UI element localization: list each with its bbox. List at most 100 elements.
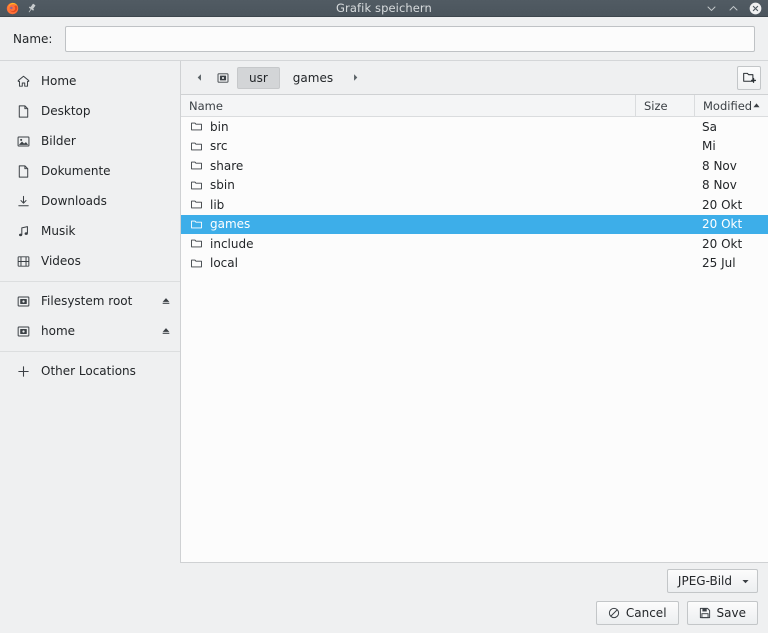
- film-icon: [15, 253, 31, 269]
- file-name-cell: sbin: [181, 178, 635, 192]
- file-list-rows: bin Sa src Mi share 8 Nov sbin 8 Nov lib…: [181, 117, 768, 562]
- folder-icon: [189, 237, 203, 251]
- file-name-label: include: [210, 236, 254, 251]
- file-browser-pane: usr games Name Size Modified bin Sa src …: [181, 61, 768, 563]
- file-list: Name Size Modified bin Sa src Mi share 8…: [181, 94, 768, 563]
- eject-icon[interactable]: [160, 296, 171, 307]
- sidebar-item-label: Filesystem root: [41, 294, 133, 308]
- name-row: Name:: [0, 17, 768, 60]
- sidebar-item-videos[interactable]: Videos: [0, 246, 180, 276]
- sidebar-divider: [0, 351, 180, 352]
- sidebar-item-bilder[interactable]: Bilder: [0, 126, 180, 156]
- plus-icon: [15, 363, 31, 379]
- window-title: Grafik speichern: [336, 1, 432, 15]
- column-header-modified[interactable]: Modified: [694, 95, 768, 116]
- eject-icon[interactable]: [160, 326, 171, 337]
- window-controls: [705, 2, 768, 15]
- sidebar-item-downloads[interactable]: Downloads: [0, 186, 180, 216]
- sidebar-item-desktop[interactable]: Desktop: [0, 96, 180, 126]
- breadcrumb-usr[interactable]: usr: [237, 66, 280, 89]
- path-bar: usr games: [181, 61, 768, 94]
- new-folder-button[interactable]: [737, 65, 761, 90]
- file-name-cell: src: [181, 139, 635, 153]
- folder-icon: [189, 198, 203, 212]
- file-name-label: share: [210, 158, 244, 173]
- dialog-action-buttons: Cancel Save: [595, 601, 758, 625]
- folder-icon: [189, 120, 203, 134]
- document-icon: [15, 103, 31, 119]
- filetype-dropdown[interactable]: JPEG-Bild: [666, 569, 758, 593]
- folder-icon: [189, 217, 203, 231]
- column-header-name[interactable]: Name: [181, 95, 635, 116]
- sidebar-item-label: Home: [41, 74, 77, 88]
- home-icon: [15, 73, 31, 89]
- firefox-icon: [6, 2, 19, 15]
- sidebar-item-label: Bilder: [41, 134, 76, 148]
- sidebar-item-filesystem-root[interactable]: Filesystem root: [0, 286, 180, 316]
- table-row[interactable]: sbin 8 Nov: [181, 176, 768, 196]
- save-button-label: Save: [716, 606, 746, 620]
- file-name-label: sbin: [210, 178, 235, 193]
- maximize-button[interactable]: [727, 2, 740, 15]
- sidebar-item-label: Downloads: [41, 194, 107, 208]
- minimize-button[interactable]: [705, 2, 718, 15]
- cancel-button-label: Cancel: [625, 606, 667, 620]
- file-name-label: local: [210, 256, 238, 271]
- document-icon: [15, 163, 31, 179]
- file-modified-cell: 20 Okt: [702, 236, 743, 251]
- sidebar-item-home[interactable]: Home: [0, 66, 180, 96]
- sidebar-item-home-device[interactable]: home: [0, 316, 180, 346]
- path-forward-button[interactable]: [346, 67, 365, 88]
- file-name-label: games: [210, 217, 251, 232]
- file-modified-cell: Sa: [702, 119, 717, 134]
- folder-icon: [189, 178, 203, 192]
- file-modified-cell: Mi: [702, 139, 716, 154]
- name-input[interactable]: [65, 25, 755, 52]
- table-row-selected[interactable]: games 20 Okt: [181, 214, 768, 234]
- image-icon: [15, 133, 31, 149]
- name-label: Name:: [13, 31, 53, 46]
- table-row[interactable]: bin Sa: [181, 117, 768, 137]
- table-row[interactable]: share 8 Nov: [181, 156, 768, 176]
- save-button[interactable]: Save: [686, 601, 758, 625]
- sidebar-item-musik[interactable]: Musik: [0, 216, 180, 246]
- file-name-cell: lib: [181, 198, 635, 212]
- title-bar-left-icons: [0, 2, 38, 15]
- harddisk-icon[interactable]: [211, 67, 235, 88]
- path-back-button[interactable]: [190, 67, 209, 88]
- dialog-footer: JPEG-Bild Cancel Save: [0, 563, 768, 633]
- sidebar-item-label: Videos: [41, 254, 81, 268]
- table-row[interactable]: local 25 Jul: [181, 254, 768, 274]
- filetype-value: JPEG-Bild: [677, 574, 732, 588]
- folder-icon: [189, 139, 203, 153]
- sidebar-item-label: home: [41, 324, 76, 338]
- column-header-name-label: Name: [189, 98, 223, 113]
- breadcrumb-games[interactable]: games: [282, 67, 344, 89]
- table-row[interactable]: src Mi: [181, 137, 768, 157]
- file-name-cell: share: [181, 159, 635, 173]
- folder-icon: [189, 256, 203, 270]
- sidebar-item-dokumente[interactable]: Dokumente: [0, 156, 180, 186]
- pin-icon[interactable]: [25, 2, 38, 15]
- close-button[interactable]: [749, 2, 762, 15]
- file-modified-cell: 8 Nov: [702, 178, 737, 193]
- sidebar-item-other-locations[interactable]: Other Locations: [0, 356, 180, 386]
- sidebar-divider: [0, 281, 180, 282]
- column-header-size-label: Size: [644, 98, 668, 113]
- file-name-cell: bin: [181, 120, 635, 134]
- places-sidebar: Home Desktop Bilder Dokumente Downloads …: [0, 61, 181, 563]
- file-name-cell: local: [181, 256, 635, 270]
- table-row[interactable]: include 20 Okt: [181, 234, 768, 254]
- dialog-body: Home Desktop Bilder Dokumente Downloads …: [0, 60, 768, 563]
- download-icon: [15, 193, 31, 209]
- file-modified-cell: 20 Okt: [702, 197, 743, 212]
- music-note-icon: [15, 223, 31, 239]
- table-row[interactable]: lib 20 Okt: [181, 195, 768, 215]
- cancel-button[interactable]: Cancel: [595, 601, 679, 625]
- column-header-modified-label: Modified: [703, 98, 753, 113]
- sidebar-item-label: Other Locations: [41, 364, 136, 378]
- file-modified-cell: 25 Jul: [702, 256, 736, 271]
- save-image-dialog: Grafik speichern Name: Home Desktop Bild…: [0, 0, 768, 633]
- sort-ascending-icon: [752, 101, 761, 110]
- column-header-size[interactable]: Size: [635, 95, 694, 116]
